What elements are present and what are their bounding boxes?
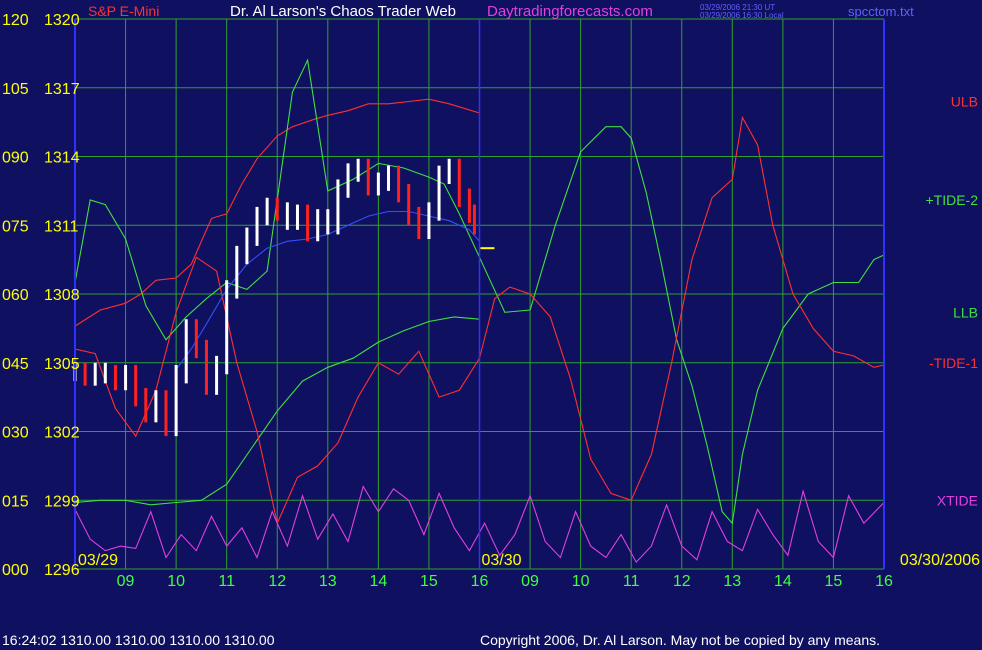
hour-tick-label: 11 — [218, 573, 235, 590]
price-scale-label: 1296 — [44, 562, 80, 579]
price-scale-label: 1302 — [44, 425, 80, 442]
source-file-label: spcctom.txt — [848, 4, 914, 19]
hour-tick-label: 13 — [723, 573, 741, 590]
hour-tick-label: 12 — [268, 573, 286, 590]
index-scale-label: 030 — [2, 425, 29, 442]
hour-tick-label: 09 — [521, 573, 539, 590]
hour-tick-label: 16 — [875, 573, 893, 590]
legend-label-xtide: XTIDE — [937, 492, 978, 508]
price-scale-label: 1317 — [44, 81, 80, 98]
index-scale-label: 075 — [2, 218, 29, 235]
hour-tick-label: 15 — [420, 573, 438, 590]
chaos-trader-chart: 120 1320105 1317090 1314075 1311060 1308045 13… — [0, 0, 982, 650]
hour-tick-label: 09 — [117, 573, 135, 590]
index-scale-label: 120 — [2, 12, 29, 29]
index-scale-label: 060 — [2, 287, 29, 304]
date-label: 03/30/2006 — [900, 552, 980, 569]
hour-tick-label: 10 — [167, 573, 185, 590]
hour-tick-label: 12 — [673, 573, 691, 590]
quote-readout: 16:24:02 1310.00 1310.00 1310.00 1310.00 — [2, 632, 275, 648]
hour-tick-label: 14 — [774, 573, 792, 590]
index-scale-label: 090 — [2, 150, 29, 167]
hour-tick-label: 15 — [825, 573, 843, 590]
price-scale-label: 1305 — [44, 356, 80, 373]
price-scale-label: 1299 — [44, 493, 80, 510]
index-scale-label: 105 — [2, 81, 29, 98]
price-scale-label: 1311 — [44, 218, 79, 235]
hour-tick-label: 13 — [319, 573, 337, 590]
site-link[interactable]: Daytradingforecasts.com — [487, 3, 653, 20]
hour-tick-label: 16 — [471, 573, 489, 590]
index-scale-label: 000 — [2, 562, 29, 579]
hour-tick-label: 11 — [623, 573, 640, 590]
legend-label-tide-2: +TIDE-2 — [925, 192, 978, 208]
legend-label-tide-1: -TIDE-1 — [929, 355, 978, 371]
symbol-label: S&P E-Mini — [88, 3, 159, 19]
copyright-notice: Copyright 2006, Dr. Al Larson. May not b… — [480, 632, 880, 648]
chart-title: Dr. Al Larson's Chaos Trader Web — [230, 3, 456, 20]
price-scale-label: 1314 — [44, 150, 80, 167]
legend-label-llb: LLB — [953, 304, 978, 320]
price-scale-label: 1308 — [44, 287, 80, 304]
hour-tick-label: 14 — [369, 573, 387, 590]
legend-label-ulb: ULB — [951, 94, 978, 110]
price-scale-label: 1320 — [44, 12, 80, 29]
index-scale-label: 045 — [2, 356, 29, 373]
day-label: 03/30 — [482, 552, 522, 569]
stamp-local: 03/29/2006 16:30 Local — [700, 11, 784, 20]
hour-tick-label: 10 — [572, 573, 590, 590]
day-label: 03/29 — [78, 552, 118, 569]
index-scale-label: 015 — [2, 493, 29, 510]
